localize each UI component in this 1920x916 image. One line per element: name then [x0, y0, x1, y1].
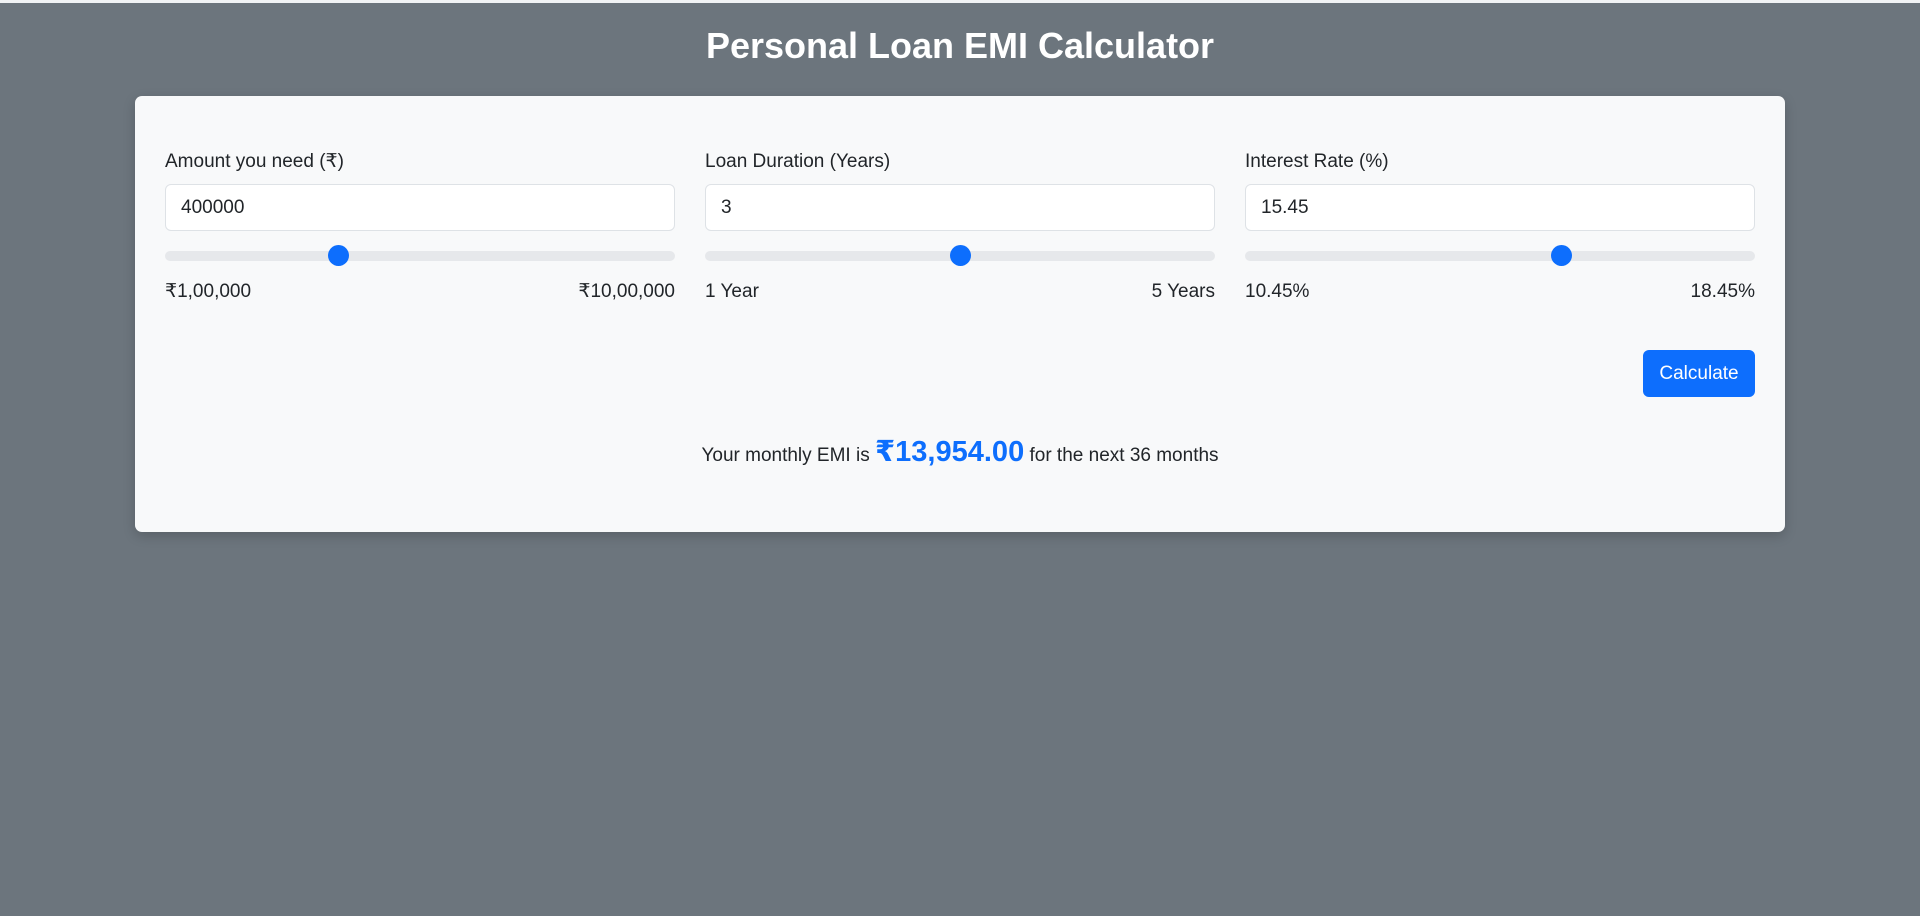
interest-slider[interactable] [1245, 244, 1755, 266]
top-border [0, 0, 1920, 3]
amount-field-group: Amount you need (₹) ₹1,00,000 ₹10,00,000 [165, 150, 675, 304]
calculator-card: Amount you need (₹) ₹1,00,000 ₹10,00,000… [135, 96, 1785, 532]
page-title: Personal Loan EMI Calculator [705, 25, 1215, 66]
amount-range-labels: ₹1,00,000 ₹10,00,000 [165, 280, 675, 304]
amount-slider-thumb[interactable] [328, 245, 350, 266]
calculate-button[interactable]: Calculate [1643, 350, 1755, 397]
amount-max-label: ₹10,00,000 [578, 281, 675, 302]
emi-result: Your monthly EMI is ₹13,954.00 for the n… [135, 432, 1785, 476]
interest-field-group: Interest Rate (%) 10.45% 18.45% [1245, 150, 1755, 304]
interest-min-label: 10.45% [1245, 281, 1310, 302]
interest-slider-track [1245, 251, 1755, 261]
interest-input[interactable] [1245, 184, 1755, 231]
interest-range-labels: 10.45% 18.45% [1245, 280, 1755, 304]
result-suffix: for the next 36 months [1029, 445, 1219, 466]
duration-min-label: 1 Year [705, 281, 759, 302]
amount-label: Amount you need (₹) [165, 151, 344, 172]
interest-max-label: 18.45% [1690, 281, 1755, 302]
amount-min-label: ₹1,00,000 [165, 281, 252, 302]
duration-input[interactable] [705, 184, 1215, 231]
duration-slider[interactable] [705, 244, 1215, 266]
amount-slider[interactable] [165, 244, 675, 266]
emi-amount: ₹13,954.00 [875, 436, 1025, 468]
amount-slider-track [165, 251, 675, 261]
amount-input[interactable] [165, 184, 675, 231]
duration-range-labels: 1 Year 5 Years [705, 280, 1215, 304]
result-prefix: Your monthly EMI is [701, 445, 870, 466]
interest-slider-thumb[interactable] [1551, 245, 1573, 266]
duration-slider-thumb[interactable] [950, 245, 971, 266]
duration-label: Loan Duration (Years) [705, 151, 891, 172]
interest-label: Interest Rate (%) [1245, 151, 1389, 172]
duration-field-group: Loan Duration (Years) 1 Year 5 Years [705, 150, 1215, 304]
duration-max-label: 5 Years [1151, 281, 1215, 302]
